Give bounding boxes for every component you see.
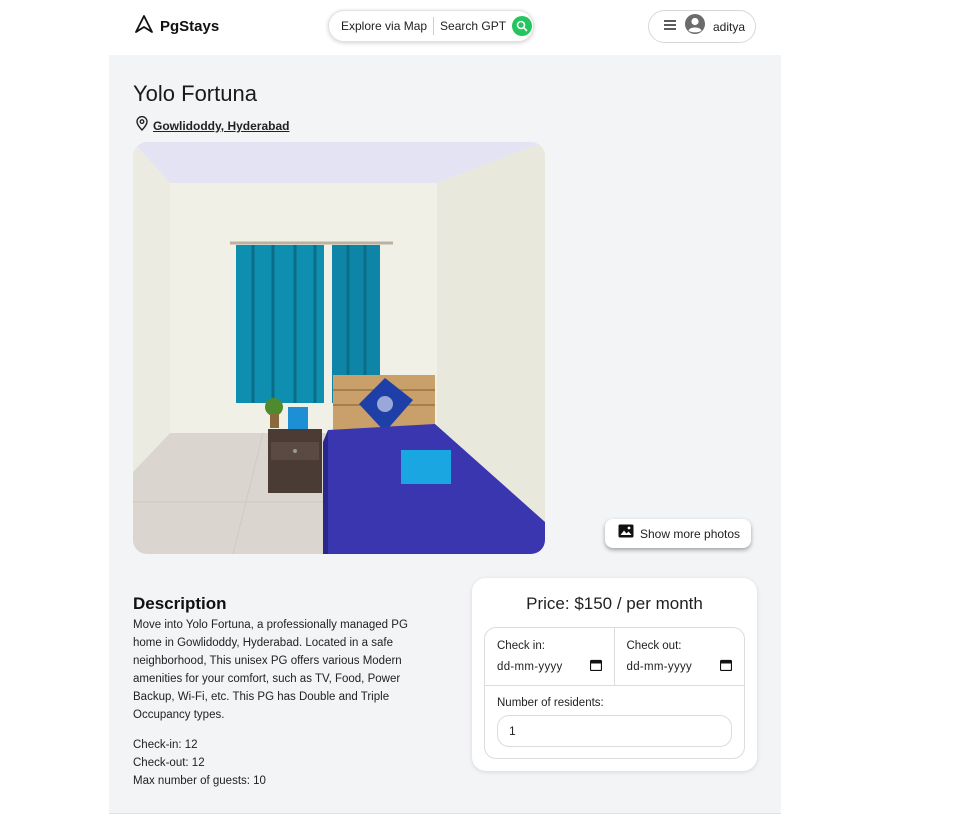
description-heading: Description	[133, 594, 227, 613]
checkin-time: Check-in: 12	[133, 739, 198, 751]
checkout-placeholder: dd-mm-yyyy	[626, 661, 693, 673]
checkin-cell: Check in: dd-mm-yyyy	[485, 628, 615, 685]
residents-input[interactable]: 1	[497, 715, 732, 747]
listing-page: Yolo Fortuna Gowlidoddy, Hyderabad Show …	[109, 55, 781, 814]
logo[interactable]: PgStays	[134, 14, 219, 39]
username: aditya	[713, 19, 746, 34]
booking-fields: Check in: dd-mm-yyyy Check out: dd-mm-yy…	[484, 627, 745, 759]
search-icon[interactable]	[512, 16, 533, 36]
explore-map-button[interactable]: Explore via Map	[329, 19, 433, 33]
checkin-placeholder: dd-mm-yyyy	[497, 661, 563, 673]
address-text[interactable]: Gowlidoddy, Hyderabad	[153, 119, 289, 133]
calendar-icon[interactable]	[719, 658, 732, 676]
top-navbar: PgStays Explore via Map Search GPT adity…	[0, 0, 979, 55]
menu-icon	[663, 18, 677, 36]
calendar-icon[interactable]	[589, 658, 603, 676]
checkout-time: Check-out: 12	[133, 757, 205, 769]
user-menu-button[interactable]: aditya	[648, 10, 756, 43]
booking-widget: Price: $150 / per month Check in: dd-mm-…	[472, 578, 757, 771]
listing-photo[interactable]	[133, 142, 545, 554]
page-title: Yolo Fortuna	[133, 81, 257, 106]
logo-icon	[134, 14, 154, 39]
checkout-label: Check out:	[626, 640, 682, 652]
search-gpt-button[interactable]: Search GPT	[434, 19, 512, 33]
checkin-label: Check in:	[497, 640, 545, 652]
address-link[interactable]: Gowlidoddy, Hyderabad	[135, 115, 289, 136]
listing-stats: Check-in: 12 Check-out: 12 Max number of…	[133, 736, 266, 790]
location-pin-icon	[135, 115, 149, 136]
brand-name: PgStays	[160, 18, 220, 35]
checkout-cell: Check out: dd-mm-yyyy	[615, 628, 745, 685]
max-guests: Max number of guests: 10	[133, 775, 266, 787]
price-label: Price: $150 / per month	[526, 594, 703, 613]
image-icon	[618, 524, 634, 543]
date-row: Check in: dd-mm-yyyy Check out: dd-mm-yy…	[485, 628, 744, 686]
show-more-photos-label: Show more photos	[640, 526, 741, 541]
residents-label: Number of residents:	[497, 697, 604, 709]
checkout-date-input[interactable]: dd-mm-yyyy	[627, 659, 732, 675]
checkin-date-input[interactable]: dd-mm-yyyy	[497, 658, 603, 676]
show-more-photos-button[interactable]: Show more photos	[605, 519, 751, 548]
description-text: Move into Yolo Fortuna, a professionally…	[133, 619, 408, 721]
search-bar: Explore via Map Search GPT	[328, 10, 534, 42]
avatar	[685, 14, 705, 39]
